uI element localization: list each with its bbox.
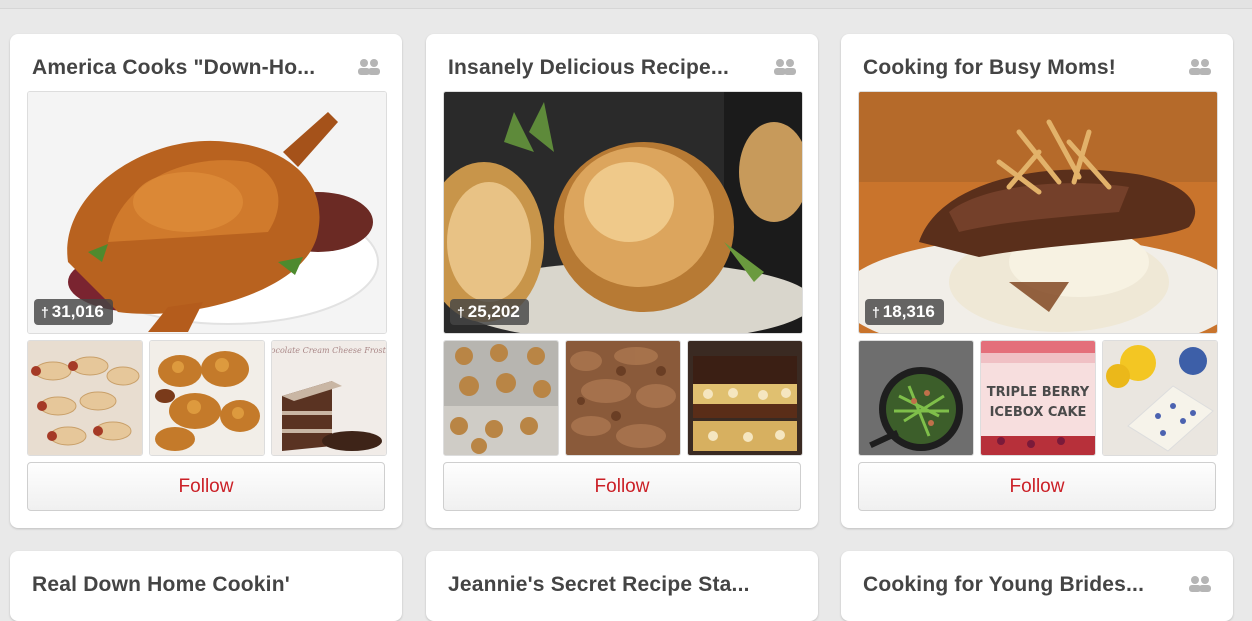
board-card[interactable]: America Cooks "Down-Ho... † 31,016 colat… <box>10 34 402 528</box>
board-cover-image[interactable]: † 31,016 <box>27 91 387 334</box>
crumble-texture-icon <box>566 341 680 455</box>
group-board-icon <box>1189 576 1211 592</box>
svg-text:Chocolate Cream Cheese Frostin: Chocolate Cream Cheese Frosting <box>272 346 386 355</box>
pin-count-badge: † 18,316 <box>865 299 944 325</box>
board-thumbnail[interactable] <box>149 340 265 456</box>
cookies-on-tray-icon <box>444 341 558 455</box>
seared-scallops-icon <box>444 92 802 333</box>
board-card[interactable]: Real Down Home Cookin' <box>10 551 402 621</box>
pin-icon: † <box>872 304 880 320</box>
triple-berry-icebox-cake-icon: TRIPLE BERRY ICEBOX CAKE <box>981 341 1095 455</box>
follow-button[interactable]: Follow <box>858 462 1216 511</box>
group-board-icon <box>1189 59 1211 75</box>
pin-icon: † <box>41 304 49 320</box>
board-title[interactable]: Cooking for Young Brides... <box>863 573 1183 597</box>
board-thumbnail[interactable] <box>858 340 974 456</box>
board-thumbnail[interactable]: Chocolate Cream Cheese Frosting <box>271 340 387 456</box>
pot-roast-mashed-potatoes-icon <box>859 92 1217 333</box>
board-thumbnail[interactable]: TRIPLE BERRY ICEBOX CAKE <box>980 340 1096 456</box>
board-thumbnail[interactable] <box>687 340 803 456</box>
group-board-icon <box>358 59 380 75</box>
pin-count: 31,016 <box>51 302 104 321</box>
fried-chicken-icon <box>150 341 264 455</box>
board-title[interactable]: Insanely Delicious Recipe... <box>448 56 768 80</box>
board-card[interactable]: Cooking for Young Brides... <box>841 551 1233 621</box>
board-cover-image[interactable]: † 18,316 <box>858 91 1218 334</box>
chocolate-cream-cheese-frosting-cake-icon: Chocolate Cream Cheese Frosting <box>272 341 386 455</box>
layered-bars-icon <box>688 341 802 455</box>
pin-count: 25,202 <box>467 302 520 321</box>
board-thumbnail[interactable] <box>1102 340 1218 456</box>
board-title[interactable]: Jeannie's Secret Recipe Sta... <box>448 573 768 597</box>
top-divider <box>0 0 1252 9</box>
pigs-in-blanket-icon <box>28 341 142 455</box>
board-card[interactable]: Jeannie's Secret Recipe Sta... <box>426 551 818 621</box>
board-thumbnail[interactable] <box>565 340 681 456</box>
follow-button[interactable]: Follow <box>27 462 385 511</box>
board-title[interactable]: Cooking for Busy Moms! <box>863 56 1183 80</box>
board-card[interactable]: Cooking for Busy Moms! † 18,316 TRIPLE B… <box>841 34 1233 528</box>
roast-turkey-icon <box>28 92 386 333</box>
svg-text:ICEBOX CAKE: ICEBOX CAKE <box>990 405 1087 420</box>
board-title[interactable]: Real Down Home Cookin' <box>32 573 352 597</box>
board-thumbnail[interactable] <box>443 340 559 456</box>
pin-icon: † <box>457 304 465 320</box>
board-cover-image[interactable]: † 25,202 <box>443 91 803 334</box>
follow-button[interactable]: Follow <box>443 462 801 511</box>
board-card[interactable]: Insanely Delicious Recipe... † 25,202 Fo… <box>426 34 818 528</box>
board-title[interactable]: America Cooks "Down-Ho... <box>32 56 352 80</box>
lemon-blueberry-dessert-icon <box>1103 341 1217 455</box>
board-thumbnail[interactable] <box>27 340 143 456</box>
svg-text:TRIPLE BERRY: TRIPLE BERRY <box>987 385 1090 400</box>
group-board-icon <box>774 59 796 75</box>
pin-count-badge: † 31,016 <box>34 299 113 325</box>
pin-count-badge: † 25,202 <box>450 299 529 325</box>
pin-count: 18,316 <box>882 302 935 321</box>
green-beans-skillet-icon <box>859 341 973 455</box>
